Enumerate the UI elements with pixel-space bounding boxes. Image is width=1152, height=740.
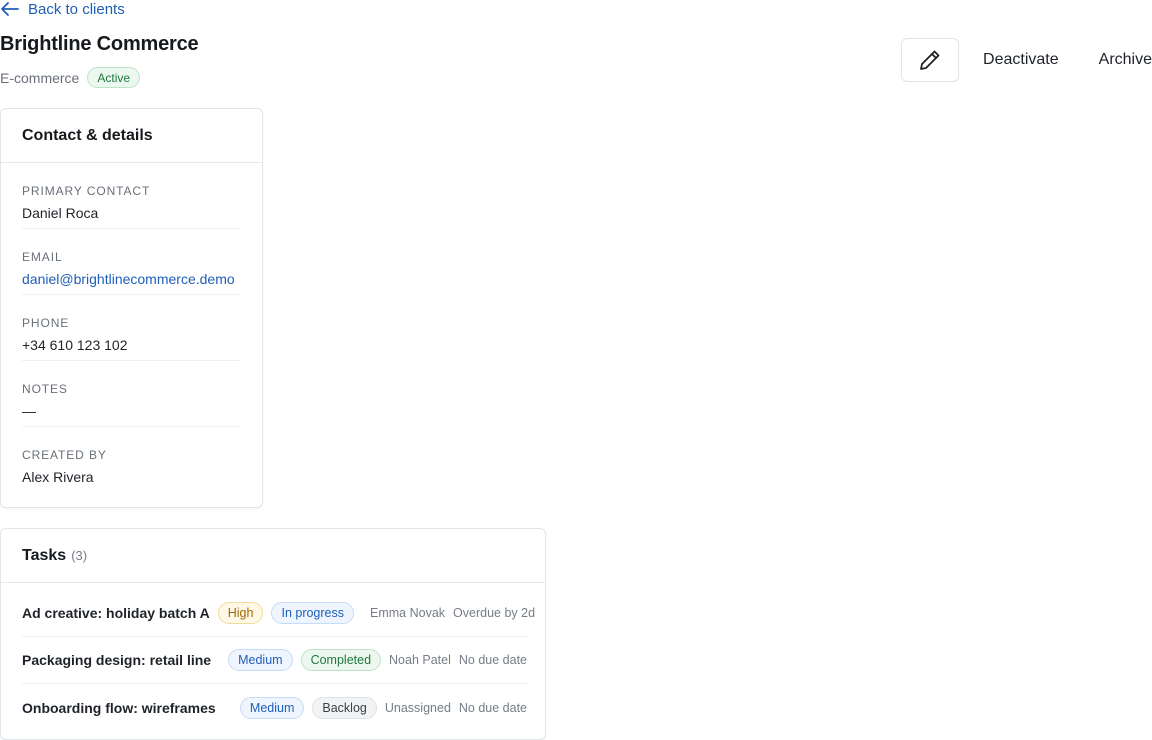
field-label: Primary contact xyxy=(22,184,151,198)
task-title: Packaging design: retail line xyxy=(22,652,212,668)
task-title: Onboarding flow: wireframes xyxy=(22,699,216,716)
status-badge: Completed xyxy=(300,649,382,671)
email-link[interactable]: daniel@brightlinecommerce.demo xyxy=(22,271,241,287)
pencil-icon xyxy=(920,50,940,70)
back-to-clients-link[interactable]: Back to clients xyxy=(0,0,125,18)
task-due: No due date xyxy=(458,700,527,715)
field-email: Email daniel@brightlinecommerce.demo xyxy=(22,229,241,295)
page-title: Brightline Commerce xyxy=(0,33,199,55)
status-badge: In progress xyxy=(271,602,354,624)
task-assignee: Emma Novak xyxy=(370,606,446,620)
priority-badge: Medium xyxy=(228,649,293,671)
client-category: E-commerce xyxy=(0,69,80,86)
arrow-left-icon xyxy=(1,2,19,16)
field-label: Created by xyxy=(22,448,107,462)
priority-badge: Medium xyxy=(239,696,305,719)
status-badge: Active xyxy=(87,67,141,88)
client-meta: E-commerce Active xyxy=(0,67,141,88)
deactivate-button[interactable]: Deactivate xyxy=(983,51,1059,69)
task-row[interactable]: Ad creative: holiday batch A High In pro… xyxy=(22,590,535,637)
field-phone: Phone +34 610 123 102 xyxy=(22,295,241,361)
field-notes: Notes — xyxy=(22,361,241,427)
header-actions: Deactivate Archive xyxy=(901,38,1152,82)
field-label: Email xyxy=(22,250,63,264)
contact-details-card: Contact & details Primary contact Daniel… xyxy=(0,108,263,508)
field-created-by: Created by Alex Rivera xyxy=(22,427,241,493)
field-value: Alex Rivera xyxy=(22,469,94,485)
task-list: Ad creative: holiday batch A High In pro… xyxy=(1,590,545,731)
task-due: Overdue by 2d xyxy=(453,606,536,620)
field-primary-contact: Primary contact Daniel Roca xyxy=(22,163,241,229)
tasks-card: Tasks (3) Ad creative: holiday batch A H… xyxy=(0,528,546,740)
back-link-label: Back to clients xyxy=(28,0,125,18)
task-row[interactable]: Packaging design: retail line Medium Com… xyxy=(22,637,527,684)
task-assignee: Unassigned xyxy=(384,700,451,715)
tasks-title: Tasks xyxy=(22,546,67,564)
tasks-count: (3) xyxy=(71,548,88,563)
task-due: No due date xyxy=(458,653,527,667)
field-value: +34 610 123 102 xyxy=(22,337,128,353)
archive-button[interactable]: Archive xyxy=(1099,51,1152,69)
edit-button[interactable] xyxy=(901,38,960,82)
field-label: Notes xyxy=(22,382,68,396)
field-value: Daniel Roca xyxy=(22,205,99,221)
task-assignee: Noah Patel xyxy=(389,653,451,667)
priority-badge: High xyxy=(217,602,264,624)
contact-details-title: Contact & details xyxy=(1,109,262,163)
field-label: Phone xyxy=(22,316,70,330)
task-row[interactable]: Onboarding flow: wireframes Medium Backl… xyxy=(22,684,527,731)
status-badge: Backlog xyxy=(312,696,377,719)
task-title: Ad creative: holiday batch A xyxy=(22,605,210,621)
tasks-header: Tasks (3) xyxy=(1,529,545,583)
field-value: — xyxy=(22,403,36,419)
